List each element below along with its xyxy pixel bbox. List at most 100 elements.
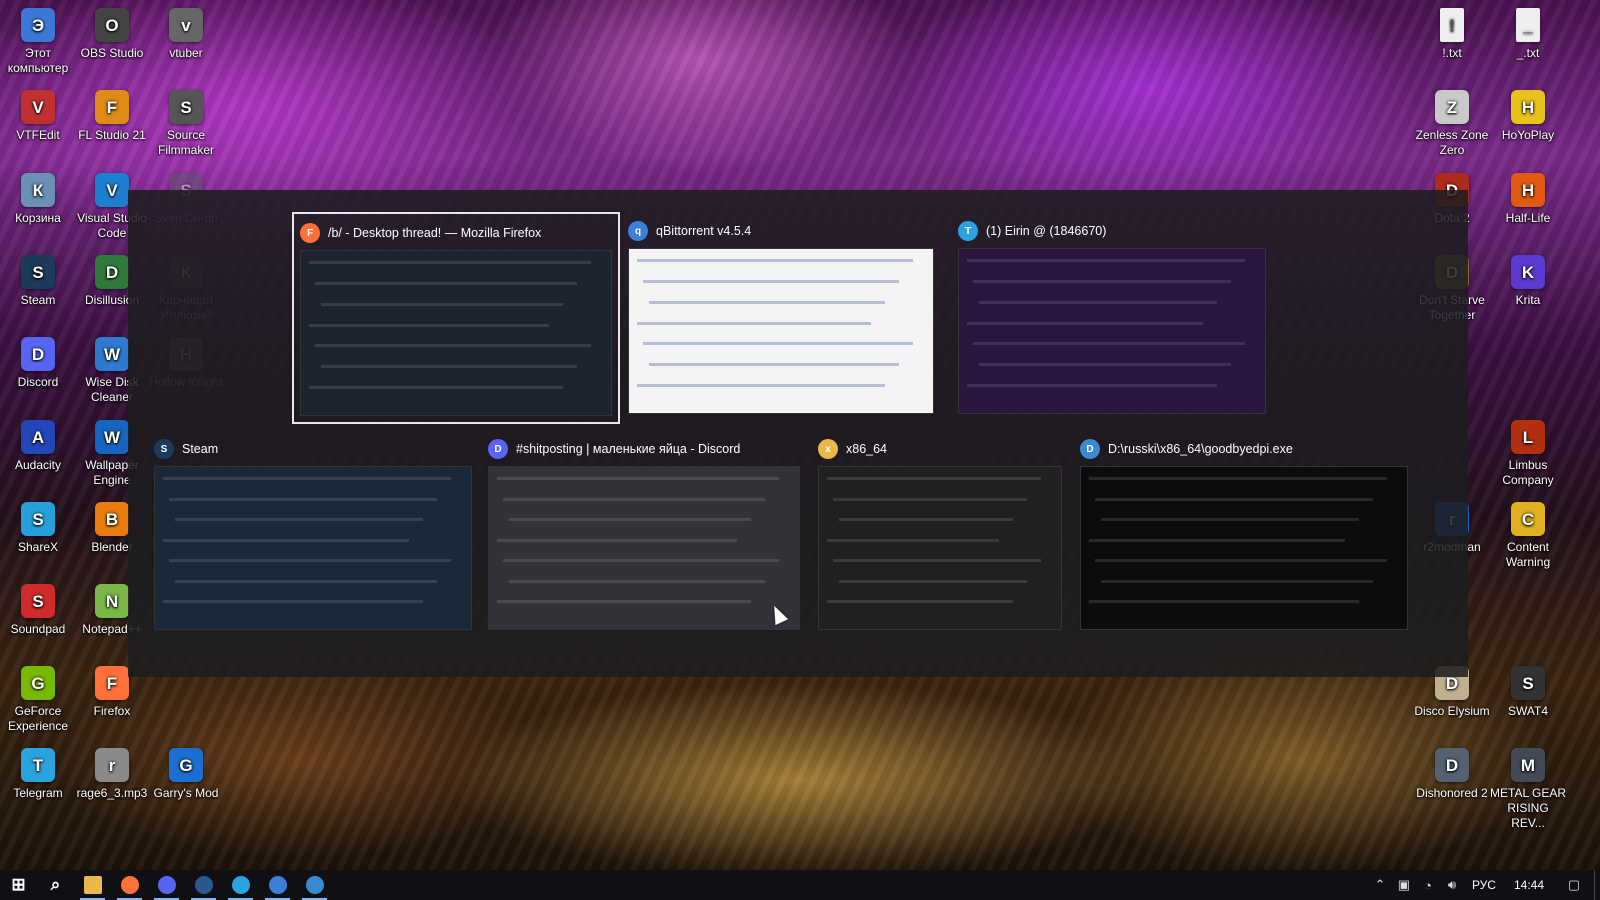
switcher-window-item[interactable]: F/b/ - Desktop thread! — Mozilla Firefox: [292, 212, 620, 424]
volume-icon[interactable]: 🔊︎: [1440, 870, 1464, 900]
taskbar-explorer[interactable]: [74, 870, 111, 900]
notifications-icon[interactable]: ▢: [1554, 870, 1594, 900]
taskbar-discord[interactable]: [148, 870, 185, 900]
desktop-icon-label: Firefox: [93, 704, 131, 718]
desktop-icon[interactable]: Э Этот компьютер: [0, 8, 76, 76]
desktop-icon[interactable]: H Half-Life: [1490, 173, 1566, 226]
thumbnail-content-line: [1089, 477, 1387, 480]
discord-icon: D: [21, 337, 55, 371]
switcher-window-item[interactable]: T (1) Eirin @ (1846670): [952, 212, 1272, 424]
text-file-icon: !: [1440, 8, 1464, 42]
desktop-icon-label: Garry's Mod: [153, 786, 219, 800]
desktop-icon-label: Krita: [1515, 293, 1541, 307]
thumbnail-content-line: [833, 497, 1027, 501]
thumbnail-content-line: [839, 518, 1013, 522]
window-title-row: D #shitposting | маленькие яйца - Discord: [488, 436, 800, 462]
desktop-icon[interactable]: H HoYoPlay: [1490, 90, 1566, 143]
switcher-window-item[interactable]: D #shitposting | маленькие яйца - Discord: [482, 430, 806, 640]
desktop-icon[interactable]: v vtuber: [148, 8, 224, 61]
thumbnail-content-line: [315, 344, 591, 348]
desktop-icon[interactable]: S ShareX: [0, 502, 76, 555]
switcher-window-item[interactable]: D D:\russki\x86_64\goodbyedpi.exe: [1074, 430, 1414, 640]
taskbar-app-list: ⊞ ⌕: [0, 870, 333, 900]
switcher-window-item[interactable]: S Steam: [148, 430, 478, 640]
desktop-icon[interactable]: G Garry's Mod: [148, 748, 224, 801]
steam-icon: S: [21, 255, 55, 289]
desktop-icon[interactable]: V VTFEdit: [0, 90, 76, 143]
thumbnail-content-line: [1095, 497, 1373, 501]
goodbyedpi-icon: D: [1080, 439, 1100, 459]
desktop-icon[interactable]: r rage6_3.mp3: [74, 748, 150, 801]
desktop-icon[interactable]: D Discord: [0, 337, 76, 390]
thumbnail-content-line: [637, 259, 913, 262]
vtfedit-icon: V: [21, 90, 55, 124]
thumbnail-content-line: [637, 321, 871, 325]
audacity-icon: A: [21, 420, 55, 454]
desktop-icon[interactable]: F FL Studio 21: [74, 90, 150, 143]
chevron-up-icon[interactable]: ⌃: [1368, 870, 1392, 900]
window-thumbnail: [628, 248, 934, 414]
desktop-icon-label: Этот компьютер: [7, 46, 69, 75]
desktop-icon[interactable]: K Krita: [1490, 255, 1566, 308]
clock[interactable]: 14:44: [1504, 878, 1554, 892]
thumbnail-content-line: [637, 384, 885, 388]
window-title: x86_64: [846, 442, 888, 456]
goodbyedpi-icon: [305, 876, 324, 894]
tray-app-icon[interactable]: ▣: [1392, 870, 1416, 900]
garrys-mod-icon: G: [169, 748, 203, 782]
krita-icon: K: [1511, 255, 1545, 289]
desktop-icon[interactable]: S Source Filmmaker: [148, 90, 224, 158]
desktop-icon-label: vtuber: [169, 46, 203, 60]
discord-icon: [157, 876, 176, 894]
desktop-icon-label: METAL GEAR RISING REV...: [1490, 786, 1567, 830]
window-title-row: T (1) Eirin @ (1846670): [958, 218, 1266, 244]
thumbnail-content-line: [503, 497, 765, 501]
window-title: /b/ - Desktop thread! — Mozilla Firefox: [328, 226, 542, 240]
desktop-icon[interactable]: O OBS Studio: [74, 8, 150, 61]
thumbnail-content-line: [979, 300, 1217, 304]
desktop-icon-label: Zenless Zone Zero: [1415, 128, 1489, 157]
thumbnail-content-line: [497, 477, 779, 480]
switcher-window-item[interactable]: q qBittorrent v4.5.4: [622, 212, 940, 424]
desktop-icon[interactable]: S Steam: [0, 255, 76, 308]
desktop-icon[interactable]: M METAL GEAR RISING REV...: [1490, 748, 1566, 831]
qbittorrent-icon: [268, 876, 287, 894]
show-desktop-button[interactable]: [1594, 870, 1600, 900]
desktop-icon[interactable]: S SWAT4: [1490, 666, 1566, 719]
thumbnail-content-line: [1101, 579, 1373, 583]
taskbar-goodbyedpi[interactable]: [296, 870, 333, 900]
window-title: D:\russki\x86_64\goodbyedpi.exe: [1108, 442, 1293, 456]
telegram-icon: T: [21, 748, 55, 782]
desktop-icon[interactable]: T Telegram: [0, 748, 76, 801]
taskbar-steam[interactable]: [185, 870, 222, 900]
thumbnail-content-line: [839, 579, 1027, 583]
desktop-icon[interactable]: A Audacity: [0, 420, 76, 473]
desktop-icon[interactable]: C Content Warning: [1490, 502, 1566, 570]
desktop-icon[interactable]: D Dishonored 2: [1414, 748, 1490, 801]
window-thumbnail: [154, 466, 472, 630]
search-button[interactable]: ⌕: [37, 870, 74, 900]
input-language[interactable]: РУС: [1464, 878, 1504, 892]
thumbnail-content-line: [643, 342, 913, 346]
desktop-icon-label: Limbus Company: [1502, 458, 1554, 487]
desktop-icon[interactable]: S Soundpad: [0, 584, 76, 637]
desktop-icon[interactable]: К Корзина: [0, 173, 76, 226]
desktop-icon-label: Telegram: [13, 786, 63, 800]
desktop-icon[interactable]: G GeForce Experience: [0, 666, 76, 734]
mp3-file-icon: r: [95, 748, 129, 782]
wifi-icon[interactable]: ◔: [1416, 870, 1440, 900]
desktop-icon[interactable]: _ _.txt: [1490, 8, 1566, 61]
desktop-icon[interactable]: L Limbus Company: [1490, 420, 1566, 488]
window-thumbnail: [488, 466, 800, 630]
taskbar-firefox[interactable]: [111, 870, 148, 900]
desktop-icon[interactable]: ! !.txt: [1414, 8, 1490, 61]
window-thumbnail: [300, 250, 612, 416]
start-button[interactable]: ⊞: [0, 870, 37, 900]
taskbar-telegram[interactable]: [222, 870, 259, 900]
source-filmmaker-icon: S: [169, 90, 203, 124]
thumbnail-content-line: [503, 559, 779, 563]
taskbar-qbittorrent[interactable]: [259, 870, 296, 900]
desktop-icon[interactable]: Z Zenless Zone Zero: [1414, 90, 1490, 158]
switcher-window-item[interactable]: x x86_64: [812, 430, 1068, 640]
search-icon: ⌕: [50, 875, 61, 894]
